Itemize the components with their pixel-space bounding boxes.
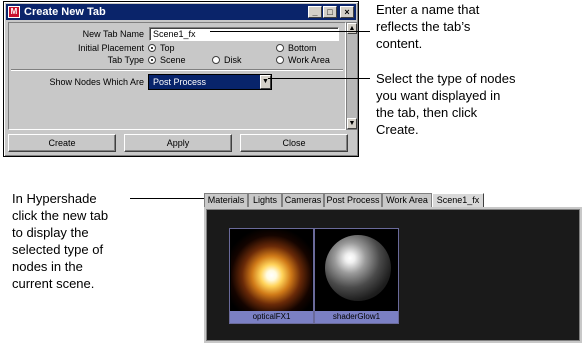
- hypershade-panel: opticalFX1 shaderGlow1: [204, 207, 582, 343]
- tab-type-work-area-label: Work Area: [288, 55, 330, 65]
- type-note-line: Create.: [376, 122, 419, 137]
- scroll-down-icon[interactable]: ▼: [347, 118, 357, 129]
- close-button[interactable]: Close: [240, 134, 348, 152]
- type-note-line: Select the type of nodes: [376, 71, 516, 86]
- hypershade-annotation: In Hypershade click the new tab to displ…: [12, 190, 142, 292]
- create-new-tab-dialog: M Create New Tab _ □ × New Tab Name Scen…: [3, 1, 359, 157]
- name-note-line: content.: [376, 36, 423, 51]
- close-window-button[interactable]: ×: [340, 6, 354, 18]
- vertical-scrollbar[interactable]: ▲ ▼: [346, 22, 358, 130]
- name-callout-line: [210, 31, 370, 32]
- show-nodes-label: Show Nodes Which Are: [49, 77, 144, 87]
- hypershade-note-line: to display the: [12, 225, 89, 240]
- tab-type-label: Tab Type: [107, 55, 144, 65]
- title-bar[interactable]: M Create New Tab _ □ ×: [6, 4, 356, 20]
- dialog-title: Create New Tab: [24, 6, 106, 18]
- type-callout-line: [268, 78, 370, 79]
- placement-top-label: Top: [160, 43, 175, 53]
- hypershade-note-line: selected type of: [12, 242, 104, 257]
- type-annotation: Select the type of nodes you want displa…: [376, 70, 581, 138]
- initial-placement-label: Initial Placement: [77, 43, 144, 53]
- shader-glow-swatch[interactable]: shaderGlow1: [314, 228, 399, 324]
- optical-fx-label: opticalFX1: [230, 311, 313, 323]
- tab-type-disk-radio[interactable]: [212, 56, 220, 64]
- optical-fx-glow-icon: [231, 230, 312, 311]
- hypershade-note-line: click the new tab: [12, 208, 109, 223]
- minimize-button[interactable]: _: [308, 6, 322, 18]
- tab-materials[interactable]: Materials: [204, 193, 248, 207]
- name-note-line: Enter a name that: [376, 2, 480, 17]
- tab-type-work-area-radio[interactable]: [276, 56, 284, 64]
- maximize-button[interactable]: □: [323, 6, 337, 18]
- tab-post-process[interactable]: Post Process: [324, 193, 382, 207]
- tab-lights[interactable]: Lights: [248, 193, 282, 207]
- name-annotation: Enter a name that reflects the tab’s con…: [376, 1, 581, 52]
- separator: [11, 69, 343, 71]
- options-panel: New Tab Name Scene1_fx Initial Placement…: [8, 22, 346, 130]
- optical-fx-swatch[interactable]: opticalFX1: [229, 228, 314, 324]
- apply-button[interactable]: Apply: [124, 134, 232, 152]
- new-tab-name-input[interactable]: Scene1_fx: [149, 27, 339, 41]
- tab-type-disk-label: Disk: [224, 55, 242, 65]
- hypershade-note-line: nodes in the: [12, 259, 83, 274]
- shader-glow-label: shaderGlow1: [315, 311, 398, 323]
- tab-scene1-fx[interactable]: Scene1_fx: [432, 193, 484, 207]
- placement-bottom-label: Bottom: [288, 43, 317, 53]
- hypershade-note-line: current scene.: [12, 276, 95, 291]
- type-note-line: the tab, then click: [376, 105, 478, 120]
- type-note-line: you want displayed in: [376, 88, 501, 103]
- tab-type-scene-label: Scene: [160, 55, 186, 65]
- placement-top-radio[interactable]: [148, 44, 156, 52]
- name-note-line: reflects the tab’s: [376, 19, 471, 34]
- show-nodes-value: Post Process: [153, 77, 207, 87]
- show-nodes-dropdown[interactable]: Post Process ▼: [148, 74, 272, 90]
- tab-work-area[interactable]: Work Area: [382, 193, 432, 207]
- maya-app-icon: M: [8, 6, 20, 18]
- tab-cameras[interactable]: Cameras: [282, 193, 324, 207]
- new-tab-name-label: New Tab Name: [82, 29, 144, 39]
- hypershade-note-line: In Hypershade: [12, 191, 97, 206]
- create-button[interactable]: Create: [8, 134, 116, 152]
- shader-glow-sphere-icon: [325, 235, 391, 301]
- scroll-up-icon[interactable]: ▲: [347, 23, 357, 34]
- tab-type-scene-radio[interactable]: [148, 56, 156, 64]
- placement-bottom-radio[interactable]: [276, 44, 284, 52]
